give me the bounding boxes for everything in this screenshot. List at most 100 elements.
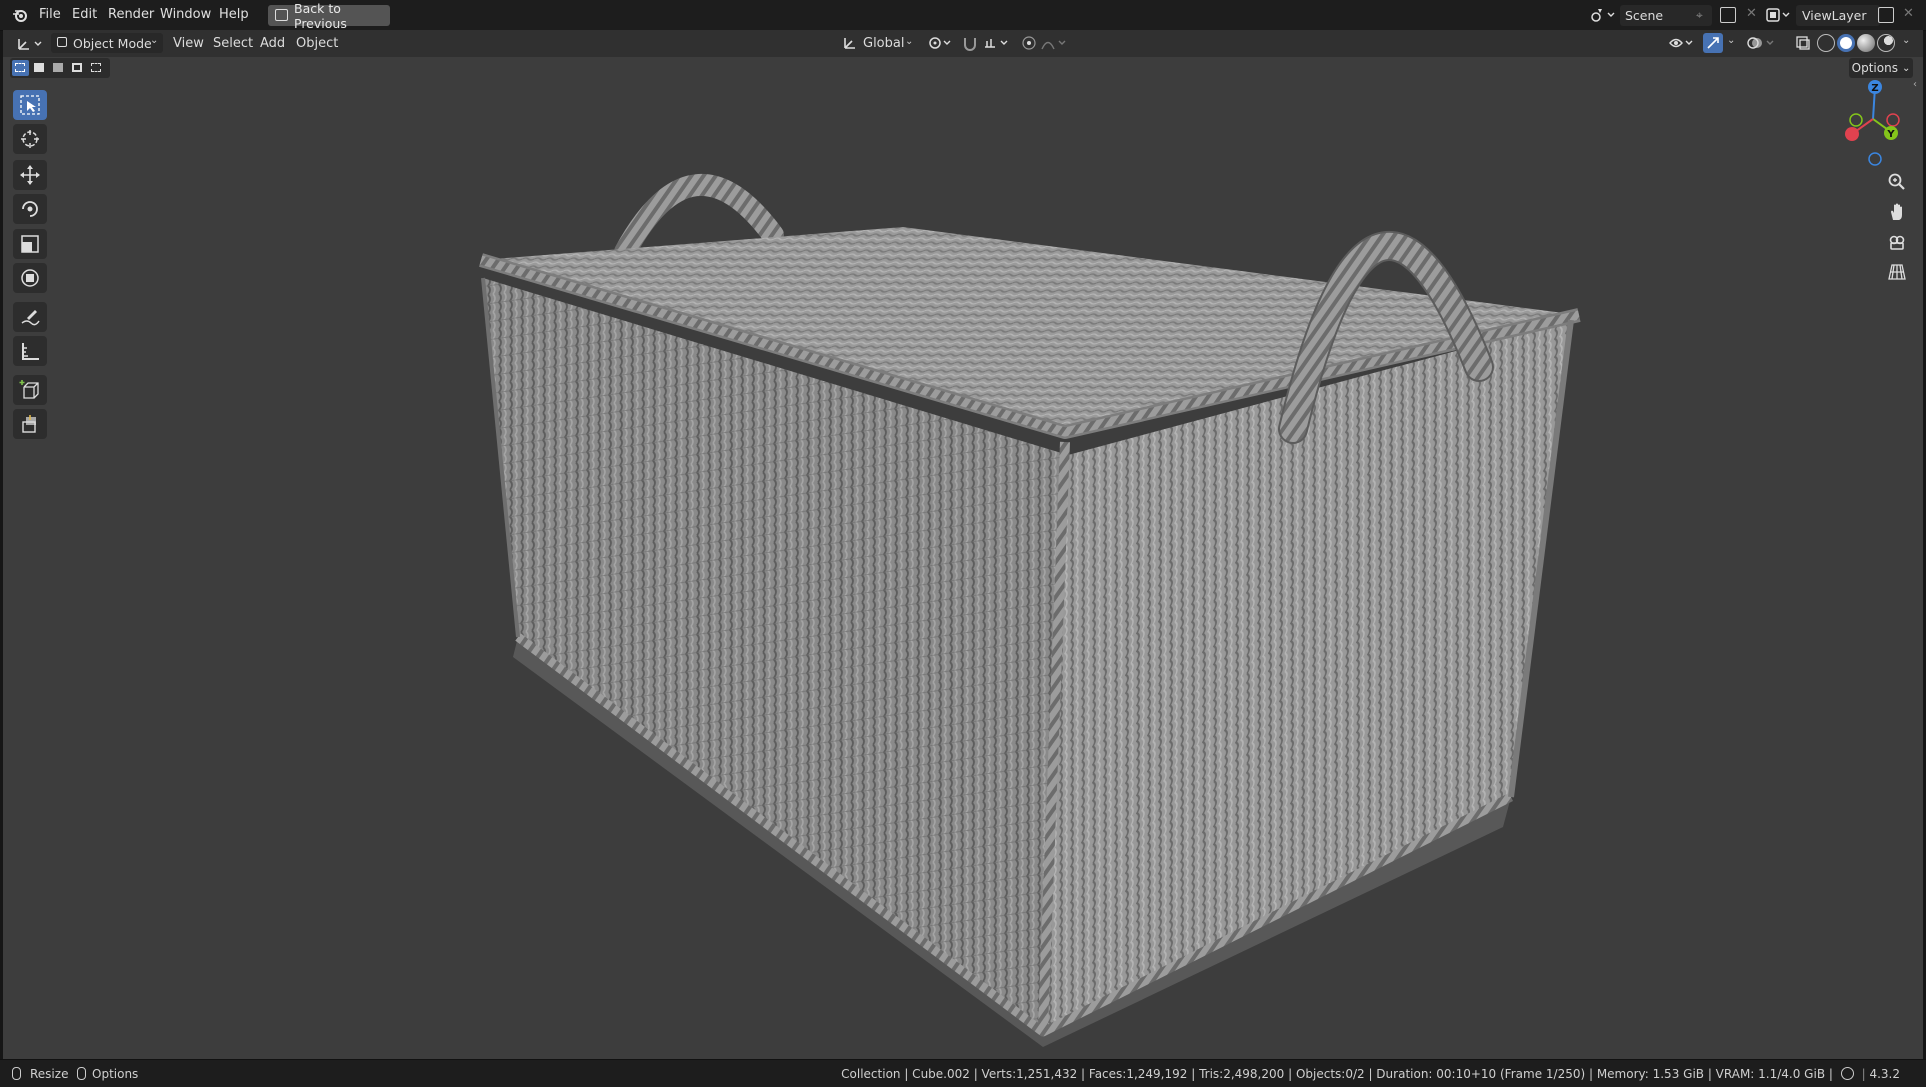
scale-icon	[21, 235, 39, 253]
menu-window[interactable]: Window	[160, 7, 211, 22]
scene-statistics-text: Collection | Cube.002 | Verts:1,251,432 …	[841, 1067, 1833, 1081]
menu-select[interactable]: Select	[213, 36, 253, 51]
scale-tool[interactable]	[13, 229, 47, 259]
3d-viewport[interactable]: Options ⌄ Z Y ‹	[3, 57, 1923, 1059]
menu-view[interactable]: View	[173, 36, 204, 51]
shading-solid-icon[interactable]	[1837, 34, 1855, 52]
options-label: Options	[1851, 61, 1898, 75]
annotate-tool[interactable]	[13, 302, 47, 332]
perspective-toggle-icon[interactable]	[1883, 258, 1911, 286]
snap-toggle-icon[interactable]	[961, 35, 979, 51]
selection-mode-buttons	[10, 58, 110, 78]
x-axis-handle	[1845, 127, 1859, 141]
menu-edit[interactable]: Edit	[72, 7, 97, 22]
transform-orientation-dropdown[interactable]: Global	[863, 36, 904, 51]
select-intersect-icon[interactable]	[88, 60, 105, 76]
transform-orientation-icon	[842, 35, 858, 51]
pivot-point-icon[interactable]	[928, 35, 954, 51]
neg-z-axis-handle	[1868, 152, 1882, 166]
menu-add[interactable]: Add	[260, 36, 285, 51]
new-view-layer-icon[interactable]	[1878, 7, 1894, 23]
shading-wireframe-icon[interactable]	[1817, 34, 1835, 52]
new-scene-icon[interactable]	[1720, 7, 1736, 23]
menu-render[interactable]: Render	[108, 7, 154, 22]
snap-target-icon[interactable]	[983, 35, 1013, 51]
pan-hand-icon[interactable]	[1883, 198, 1911, 226]
annotate-icon	[21, 310, 40, 326]
add-cube-tool[interactable]	[13, 375, 47, 405]
pin-icon[interactable]: ⌖	[1696, 8, 1703, 23]
object-mode-icon	[57, 37, 67, 47]
z-axis-label: Z	[1871, 83, 1878, 94]
transform-icon	[21, 269, 39, 287]
y-axis-label: Y	[1886, 129, 1895, 140]
close-view-layer-icon[interactable]: ✕	[1903, 6, 1914, 21]
select-new-icon[interactable]	[12, 60, 29, 76]
neg-y-axis-handle	[1849, 113, 1863, 127]
move-tool[interactable]	[13, 160, 47, 190]
view-layer-type-icon[interactable]	[1766, 7, 1792, 23]
mouse-right-icon	[77, 1067, 86, 1080]
overlays-icon[interactable]	[1747, 35, 1777, 51]
measure-tool[interactable]	[13, 336, 47, 366]
xray-toggle-icon[interactable]	[1795, 35, 1811, 51]
status-resize-label: Resize	[30, 1067, 69, 1081]
select-box-icon	[20, 95, 40, 115]
back-to-previous-button[interactable]: Back to Previous	[268, 1, 390, 31]
scene-name-label: Scene	[1625, 8, 1664, 23]
cursor-icon	[21, 130, 39, 148]
shading-rendered-icon[interactable]	[1877, 34, 1895, 52]
transform-tool[interactable]	[13, 263, 47, 293]
options-dropdown[interactable]: Options ⌄	[1849, 58, 1913, 78]
extrude-tool[interactable]	[13, 409, 47, 439]
chevron-down-icon[interactable]: ⌄	[1902, 35, 1910, 46]
select-box-tool[interactable]	[13, 90, 47, 120]
status-bar: Resize Options Collection | Cube.002 | V…	[0, 1059, 1926, 1087]
back-to-previous-label: Back to Previous	[294, 0, 347, 31]
top-menu-bar: File Edit Render Window Help Back to Pre…	[0, 0, 1926, 31]
chevron-down-icon[interactable]: ⌄	[905, 36, 913, 47]
scene-name-field[interactable]: Scene ⌖	[1620, 5, 1712, 26]
proportional-editing-icon[interactable]	[1021, 35, 1037, 51]
scene-statistics: Collection | Cube.002 | Verts:1,251,432 …	[841, 1067, 1900, 1081]
rotate-tool[interactable]	[13, 194, 47, 224]
back-icon	[275, 9, 288, 21]
menu-help[interactable]: Help	[219, 7, 249, 22]
scene-type-icon[interactable]	[1590, 7, 1616, 23]
navigation-gizmo[interactable]: Z Y	[1823, 77, 1913, 167]
select-subtract-icon[interactable]	[50, 60, 67, 76]
camera-view-icon[interactable]	[1883, 228, 1911, 256]
cursor-tool[interactable]	[13, 124, 47, 154]
zoom-icon[interactable]	[1883, 168, 1911, 196]
extrude-icon	[22, 415, 36, 433]
chevron-down-icon[interactable]: ⌄	[1727, 35, 1735, 46]
add-cube-icon	[19, 380, 39, 399]
chevron-down-icon: ⌄	[150, 35, 159, 46]
select-extend-icon[interactable]	[31, 60, 48, 76]
shading-material-icon[interactable]	[1857, 34, 1875, 52]
close-scene-icon[interactable]: ✕	[1746, 6, 1757, 21]
rotate-icon	[22, 201, 38, 217]
blender-version: 4.3.2	[1869, 1067, 1900, 1081]
editor-type-icon[interactable]	[17, 35, 45, 53]
blender-logo-icon[interactable]	[12, 7, 28, 23]
visibility-selectability-icon[interactable]	[1668, 35, 1696, 51]
menu-object[interactable]: Object	[296, 36, 338, 51]
view-layer-name-field[interactable]: ViewLayer	[1796, 5, 1880, 26]
mouse-left-icon	[12, 1067, 21, 1080]
gizmo-toggle-icon[interactable]	[1703, 33, 1723, 53]
tool-shelf	[10, 90, 50, 452]
globe-icon	[1840, 1067, 1854, 1080]
mode-label: Object Mode	[73, 36, 152, 51]
chevron-down-icon: ⌄	[1901, 62, 1911, 74]
basket-model[interactable]	[3, 57, 1923, 1059]
falloff-icon[interactable]	[1041, 35, 1069, 51]
menu-file[interactable]: File	[39, 7, 61, 22]
select-difference-icon[interactable]	[69, 60, 86, 76]
mode-dropdown[interactable]: Object Mode ⌄	[51, 33, 163, 53]
view-layer-name-label: ViewLayer	[1802, 8, 1867, 23]
viewport-header: Object Mode ⌄ View Select Add Object Glo…	[3, 30, 1923, 57]
status-options-label: Options	[92, 1067, 139, 1081]
measure-icon	[22, 343, 39, 360]
sidebar-toggle-icon[interactable]: ‹	[1913, 79, 1917, 90]
